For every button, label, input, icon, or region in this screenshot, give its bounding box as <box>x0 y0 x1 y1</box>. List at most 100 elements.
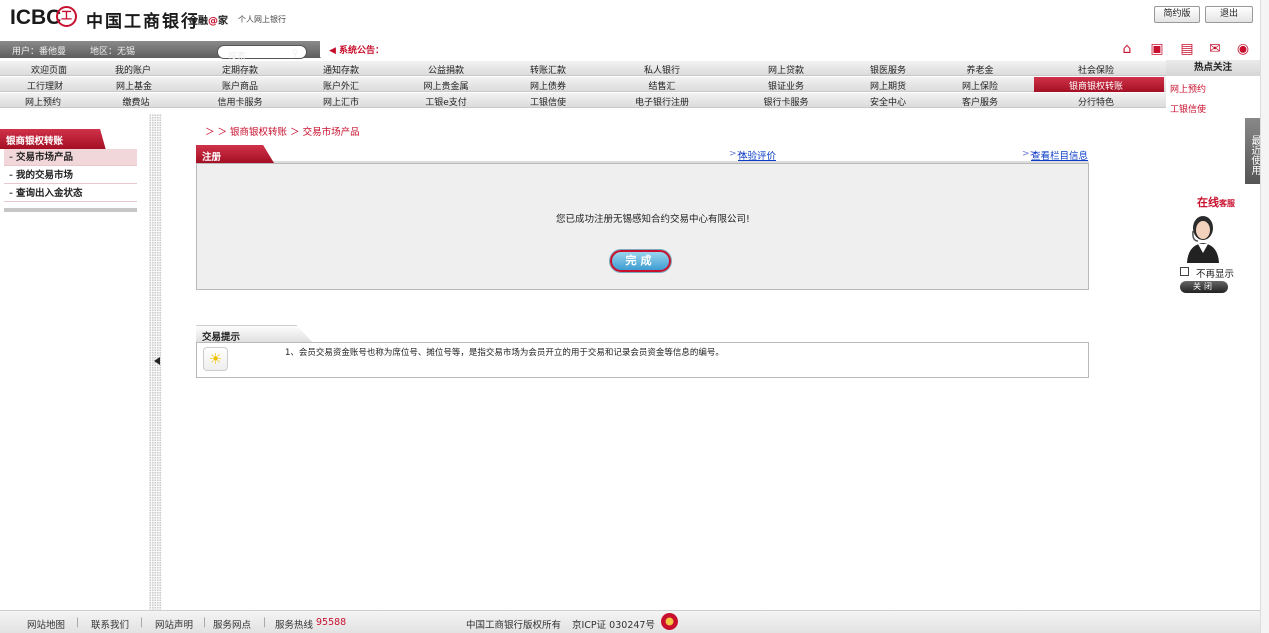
nav-item[interactable]: 我的账户 <box>115 63 151 76</box>
footer-hotline-label: 服务热线 <box>275 620 314 631</box>
sidebar-title: 银商银权转账 <box>6 136 64 147</box>
hot-focus-panel: 热点关注 网上预约 工银信使 <box>1166 60 1260 117</box>
simple-version-button[interactable]: 简约版 <box>1154 6 1200 23</box>
hot-item-icbc-messenger[interactable]: 工银信使 <box>1170 102 1206 115</box>
nav-item[interactable]: 定期存款 <box>222 63 258 76</box>
collapse-arrow-icon[interactable] <box>154 357 160 365</box>
nav-item[interactable]: 欢迎页面 <box>31 63 67 76</box>
nav-item[interactable]: 工银信使 <box>530 95 566 108</box>
nav-item[interactable]: 分行特色 <box>1078 95 1114 108</box>
nav-item[interactable]: 银医服务 <box>870 63 906 76</box>
nav-row-3: 网上预约 缴费站 信用卡服务 网上汇市 工银e支付 工银信使 电子银行注册 银行卡服务 安全中心… <box>0 93 1166 108</box>
header: ICBC 工 中国工商银行 金融@家 个人网上银行 简约版 退出 <box>0 0 1269 38</box>
user-name: 用户：番他曼 <box>12 47 67 57</box>
logo-subtitle: 个人网上银行 <box>238 15 286 24</box>
nav-item[interactable]: 缴费站 <box>122 95 149 108</box>
logo-bank-name: 中国工商银行 <box>86 12 200 32</box>
hot-focus-title: 热点关注 <box>1166 60 1260 76</box>
breadcrumb: ＞ ＞ 银商银权转账 ＞ 交易市场产品 <box>205 127 360 138</box>
footer-icp: 京ICP证 030247号 <box>572 620 655 631</box>
record-icon[interactable]: ◉ <box>1233 39 1253 59</box>
lightbulb-icon: ☀ <box>203 347 228 371</box>
user-region: 地区：无锡 <box>90 47 136 57</box>
nav-item[interactable]: 客户服务 <box>962 95 998 108</box>
no-show-checkbox[interactable] <box>1180 267 1189 276</box>
mailbox-icon[interactable]: ✉ <box>1205 39 1225 59</box>
sidebar-item-my-market[interactable]: 我的交易市场 <box>4 167 137 184</box>
nav-item[interactable]: 社会保险 <box>1078 63 1114 76</box>
footer: 网站地图 | 联系我们 | 网站声明 | 服务网点 | 服务热线 95588 中… <box>0 610 1260 633</box>
nav-item[interactable]: 转账汇款 <box>530 63 566 76</box>
nav-item[interactable]: 私人银行 <box>644 63 680 76</box>
sidebar-bottom-bar <box>4 208 137 212</box>
nav-row-1: 欢迎页面 我的账户 定期存款 通知存款 公益捐款 转账汇款 私人银行 网上贷款 银医服务 养老金 社… <box>0 61 1166 76</box>
nav-item[interactable]: 电子银行注册 <box>635 95 689 108</box>
view-column-info-link[interactable]: 查看栏目信息 <box>1031 148 1088 162</box>
home-icon[interactable]: ⌂ <box>1117 39 1137 59</box>
logo-jr-b: 家 <box>218 16 228 27</box>
nav-item[interactable]: 银行卡服务 <box>763 95 808 108</box>
user-info-bar: 用户：番他曼 地区：无锡 搜索 ⚲ <box>0 41 320 62</box>
footer-statement[interactable]: 网站声明 <box>155 617 193 631</box>
footer-hotline: 95588 <box>316 617 347 628</box>
system-notice[interactable]: ◀ 系统公告： <box>329 43 384 56</box>
tips-tab-label: 交易提示 <box>202 332 241 343</box>
nav-item[interactable]: 网上基金 <box>116 79 152 92</box>
search-icon[interactable]: ⚲ <box>292 49 299 59</box>
hot-item-online-booking[interactable]: 网上预约 <box>1170 82 1206 95</box>
customer-service-title: 在线客服 <box>1197 194 1235 210</box>
nav-item[interactable]: 公益捐款 <box>428 63 464 76</box>
logo-jr-at: @ <box>208 16 218 27</box>
no-show-label: 不再显示 <box>1196 269 1235 280</box>
nav-item[interactable]: 工银e支付 <box>425 95 467 108</box>
footer-copyright: 中国工商银行版权所有 <box>466 620 562 631</box>
footer-sep: | <box>263 617 267 628</box>
nav-item[interactable]: 网上期货 <box>870 79 906 92</box>
left-sidebar: 银商银权转账 交易市场产品 我的交易市场 查询出入金状态 <box>0 123 139 213</box>
nav-item[interactable]: 网上汇市 <box>323 95 359 108</box>
footer-contact[interactable]: 联系我们 <box>91 617 129 631</box>
nav-item[interactable]: 网上贷款 <box>768 63 804 76</box>
nav-item[interactable]: 安全中心 <box>870 95 906 108</box>
search-input[interactable]: 搜索 ⚲ <box>217 45 307 62</box>
nav-row-2: 工行理财 网上基金 账户商品 账户外汇 网上贵金属 网上债券 结售汇 银证业务 网上期货 网上保险… <box>0 77 1166 92</box>
sidebar-item-fund-status[interactable]: 查询出入金状态 <box>4 185 137 202</box>
nav-item[interactable]: 网上债券 <box>530 79 566 92</box>
nav-item[interactable]: 账户商品 <box>222 79 258 92</box>
experience-rating-link[interactable]: 体验评价 <box>738 148 776 162</box>
nav-item[interactable]: 信用卡服务 <box>217 95 262 108</box>
cs-title-main: 在线 <box>1197 196 1219 209</box>
nav-item[interactable]: 网上贵金属 <box>423 79 468 92</box>
footer-sep: | <box>140 617 144 628</box>
cart-icon[interactable]: ▣ <box>1147 39 1167 59</box>
sidebar-item-market-products[interactable]: 交易市场产品 <box>4 149 137 166</box>
recent-use-tab[interactable]: 最近使用 <box>1245 118 1260 184</box>
logout-button[interactable]: 退出 <box>1205 6 1253 23</box>
nav-item[interactable]: 银商银权转账 <box>1069 79 1123 92</box>
customer-service-avatar[interactable] <box>1182 211 1224 263</box>
nav-item[interactable]: 账户外汇 <box>323 79 359 92</box>
nav-item[interactable]: 养老金 <box>966 63 993 76</box>
logo-icbc: ICBC <box>10 6 62 29</box>
nav-item[interactable]: 通知存款 <box>323 63 359 76</box>
register-tab-label: 注册 <box>202 152 222 163</box>
nav-item[interactable]: 银证业务 <box>768 79 804 92</box>
success-message: 您已成功注册无锡感知合约交易中心有限公司! <box>556 214 750 225</box>
nav-item[interactable]: 网上预约 <box>25 95 61 108</box>
logo-jr-a: 金融 <box>188 16 208 27</box>
done-button[interactable]: 完成 <box>610 250 671 272</box>
user-bar: 用户：番他曼 地区：无锡 搜索 ⚲ ◀ 系统公告： ⌂ ▣ ▤ ✉ ◉ <box>0 38 1269 62</box>
nav-item[interactable]: 结售汇 <box>648 79 675 92</box>
nav-item[interactable]: 工行理财 <box>27 79 63 92</box>
police-emblem-icon[interactable] <box>661 613 678 630</box>
footer-outlets[interactable]: 服务网点 <box>213 617 251 631</box>
nav-item[interactable]: 网上保险 <box>962 79 998 92</box>
cs-title-small: 客服 <box>1219 199 1235 208</box>
card-icon[interactable]: ▤ <box>1177 39 1197 59</box>
close-cs-button[interactable]: 关闭 <box>1180 281 1228 293</box>
footer-sitemap[interactable]: 网站地图 <box>27 617 65 631</box>
logo-symbol: 工 <box>56 6 77 27</box>
vertical-scrollbar[interactable] <box>1260 0 1269 633</box>
footer-sep: | <box>76 617 80 628</box>
logo-jinrong: 金融@家 <box>188 12 228 27</box>
